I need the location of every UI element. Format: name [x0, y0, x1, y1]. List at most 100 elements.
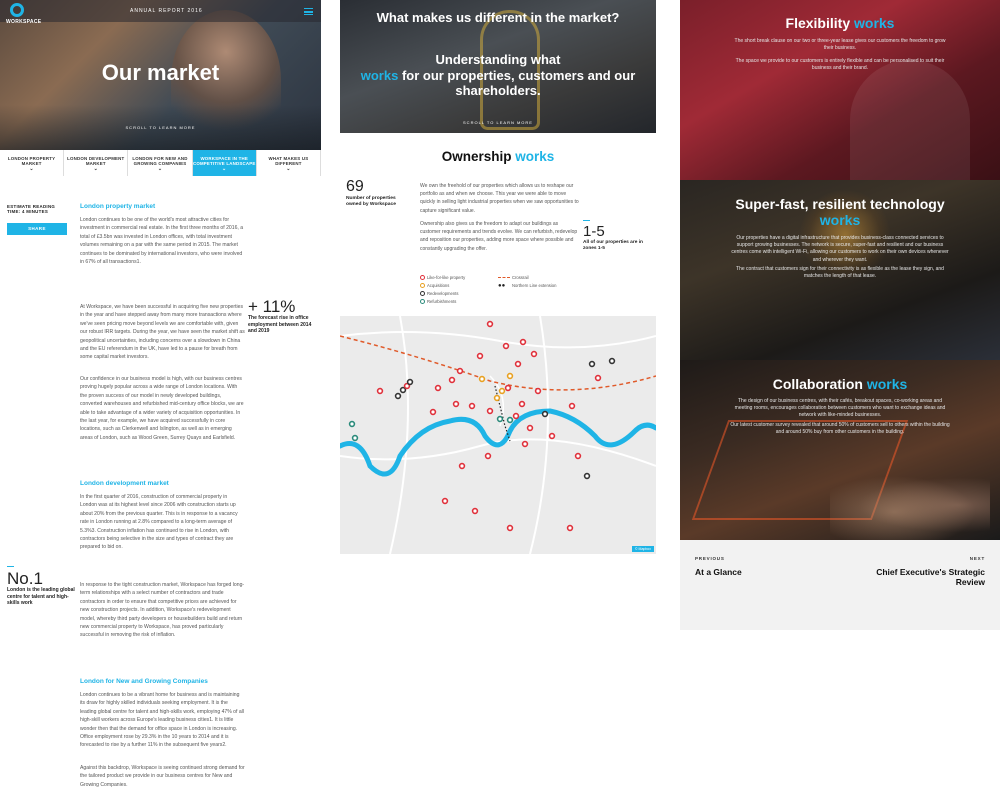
- panel-photo-seating: [850, 60, 970, 180]
- property-marker[interactable]: [506, 372, 514, 380]
- scroll-hint[interactable]: SCROLL TO LEARN MORE: [0, 125, 321, 130]
- property-marker[interactable]: [526, 424, 534, 432]
- chevron-down-icon: ⌄: [286, 166, 291, 172]
- property-marker[interactable]: [506, 416, 514, 424]
- hero-answer: Understanding what works for our propert…: [340, 52, 656, 99]
- property-marker[interactable]: [434, 384, 442, 392]
- property-marker[interactable]: [608, 357, 616, 365]
- property-marker[interactable]: [456, 367, 464, 375]
- property-marker[interactable]: [429, 408, 437, 416]
- flexibility-panel: Flexibility works The short break clause…: [680, 0, 1000, 180]
- legend-label: Crossrail: [512, 275, 529, 280]
- property-marker[interactable]: [471, 507, 479, 515]
- property-marker[interactable]: [452, 400, 460, 408]
- property-marker[interactable]: [448, 376, 456, 384]
- property-marker[interactable]: [548, 432, 556, 440]
- property-marker[interactable]: [484, 452, 492, 460]
- property-marker[interactable]: [496, 415, 504, 423]
- circle-marker-icon: [420, 299, 425, 305]
- property-map[interactable]: © Mapbox: [340, 316, 656, 554]
- tab-what-makes-us-different[interactable]: WHAT MAKES US DIFFERENT ⌄: [256, 150, 321, 176]
- property-marker[interactable]: [493, 394, 501, 402]
- property-marker[interactable]: [504, 384, 512, 392]
- property-marker[interactable]: [594, 374, 602, 382]
- hero-banner: What makes us different in the market? U…: [340, 0, 656, 133]
- chevron-down-icon: ⌄: [157, 166, 163, 172]
- property-marker[interactable]: [583, 472, 591, 480]
- share-button[interactable]: SHARE: [7, 223, 67, 235]
- property-marker[interactable]: [486, 320, 494, 328]
- stat-label: The forecast rise in office employment b…: [248, 315, 312, 334]
- property-marker[interactable]: [502, 342, 510, 350]
- annual-report-collage: WORKSPACE ANNUAL REPORT 2016 Our market …: [0, 0, 1000, 797]
- stat-employment-rise: + 11% The forecast rise in office employ…: [248, 298, 318, 335]
- heading-text: Ownership: [441, 149, 512, 164]
- property-marker[interactable]: [568, 402, 576, 410]
- stat-properties-owned: 69 Number of properties owned by Workspa…: [346, 178, 406, 208]
- section-heading: London property market: [80, 203, 156, 210]
- panel-title-text: Super-fast, resilient technology: [735, 196, 945, 212]
- panel-title: Flexibility works: [680, 15, 1000, 31]
- workspace-logo[interactable]: WORKSPACE: [6, 3, 46, 33]
- legend-label: Like-for-like property: [427, 275, 466, 280]
- next-page-link[interactable]: Chief Executive's Strategic Review: [875, 567, 985, 587]
- panel-text: Our properties have a digital infrastruc…: [731, 235, 949, 263]
- tab-london-development-market[interactable]: LONDON DEVELOPMENT MARKET ⌄: [64, 150, 129, 176]
- hero-banner: WORKSPACE ANNUAL REPORT 2016 Our market …: [0, 0, 321, 150]
- panel-text: The contract that customers sign for the…: [736, 266, 944, 280]
- scroll-hint[interactable]: SCROLL TO LEARN MORE: [340, 120, 656, 125]
- property-marker[interactable]: [521, 440, 529, 448]
- panel-photo-people: [830, 470, 990, 540]
- hero-answer-accent: works: [360, 67, 399, 83]
- map-attribution[interactable]: © Mapbox: [631, 546, 654, 552]
- property-marker[interactable]: [376, 387, 384, 395]
- property-marker[interactable]: [588, 360, 596, 368]
- tab-new-and-growing-companies[interactable]: LONDON FOR NEW AND GROWING COMPANIES ⌄: [128, 150, 193, 176]
- property-marker[interactable]: [498, 387, 506, 395]
- property-marker[interactable]: [566, 524, 574, 532]
- property-marker[interactable]: [530, 350, 538, 358]
- stat-label: Number of properties owned by Workspace: [346, 196, 396, 208]
- heading-accent: works: [515, 149, 555, 164]
- property-marker[interactable]: [476, 352, 484, 360]
- legend-item: Redevelopments: [420, 291, 458, 297]
- tab-competitive-landscape[interactable]: WORKSPACE IN THE COMPETITIVE LANDSCAPE ⌄: [192, 150, 257, 176]
- dotted-line-icon: ●●: [498, 282, 506, 289]
- collaboration-panel: Collaboration works The design of our bu…: [680, 360, 1000, 540]
- property-marker[interactable]: [534, 387, 542, 395]
- panel-title-accent: works: [819, 212, 861, 228]
- property-marker[interactable]: [486, 407, 494, 415]
- property-marker[interactable]: [348, 420, 356, 428]
- property-marker[interactable]: [514, 360, 522, 368]
- london-map[interactable]: [340, 316, 656, 554]
- reading-time: ESTIMATE READING TIME: 4 MINUTES: [7, 204, 56, 214]
- property-marker[interactable]: [394, 392, 402, 400]
- property-marker[interactable]: [441, 497, 449, 505]
- property-marker[interactable]: [512, 412, 520, 420]
- legend-label: Refurbishments: [427, 299, 457, 304]
- property-marker[interactable]: [468, 402, 476, 410]
- hero-question: What makes us different in the market?: [376, 10, 620, 25]
- property-marker[interactable]: [541, 410, 549, 418]
- property-marker[interactable]: [518, 400, 526, 408]
- paragraph: Ownership also gives us the freedom to a…: [420, 221, 578, 252]
- section-tabs: LONDON PROPERTY MARKET ⌄ LONDON DEVELOPME…: [0, 150, 321, 176]
- stat-value: + 11%: [248, 297, 296, 316]
- stat-rule: [7, 566, 14, 567]
- legend-item: Acquisitions: [420, 283, 449, 289]
- menu-icon[interactable]: [304, 8, 313, 15]
- property-marker[interactable]: [478, 375, 486, 383]
- property-marker[interactable]: [458, 462, 466, 470]
- property-marker[interactable]: [519, 338, 527, 346]
- tab-label: LONDON FOR NEW AND GROWING COMPANIES: [132, 156, 188, 166]
- previous-page-link[interactable]: At a Glance: [695, 567, 742, 577]
- property-marker[interactable]: [574, 452, 582, 460]
- tab-london-property-market[interactable]: LONDON PROPERTY MARKET ⌄: [0, 150, 65, 176]
- property-marker[interactable]: [406, 378, 414, 386]
- stat-value: No.1: [7, 569, 43, 588]
- property-marker[interactable]: [506, 524, 514, 532]
- property-marker[interactable]: [399, 386, 407, 394]
- property-marker[interactable]: [351, 434, 359, 442]
- dashed-line-icon: [498, 277, 510, 279]
- panel-text: The space we provide to our customers is…: [735, 58, 945, 72]
